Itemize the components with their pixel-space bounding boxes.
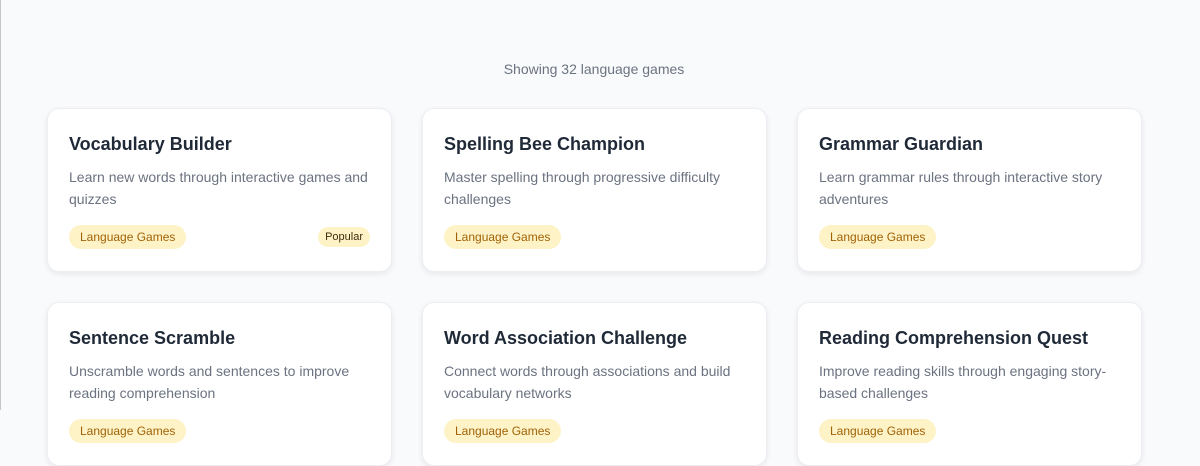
- game-card-footer: Language Games: [819, 419, 1120, 443]
- game-card-reading-comprehension-quest[interactable]: Reading Comprehension Quest Improve read…: [797, 302, 1142, 466]
- game-card-sentence-scramble[interactable]: Sentence Scramble Unscramble words and s…: [47, 302, 392, 466]
- game-title: Grammar Guardian: [819, 134, 984, 154]
- game-title: Sentence Scramble: [69, 328, 236, 348]
- game-description: Unscramble words and sentences to improv…: [69, 363, 350, 401]
- game-title: Reading Comprehension Quest: [819, 328, 1089, 348]
- game-description: Learn new words through interactive game…: [69, 169, 368, 207]
- category-badge: Language Games: [69, 225, 187, 249]
- game-title: Vocabulary Builder: [69, 134, 232, 154]
- results-count: Showing 32 language games: [503, 61, 685, 77]
- game-card-footer: Language Games: [444, 419, 745, 443]
- category-badge: Language Games: [819, 419, 937, 443]
- game-card-vocabulary-builder[interactable]: Vocabulary Builder Learn new words throu…: [47, 108, 392, 272]
- game-card-footer: Language Games: [819, 225, 1120, 249]
- game-grid: Vocabulary Builder Learn new words throu…: [47, 108, 1142, 466]
- game-description: Master spelling through progressive diff…: [444, 169, 720, 207]
- game-card-footer: Language Games Popular: [69, 225, 370, 249]
- game-description: Improve reading skills through engaging …: [819, 363, 1107, 401]
- game-title: Spelling Bee Champion: [444, 134, 646, 154]
- category-badge: Language Games: [444, 419, 562, 443]
- game-card-footer: Language Games: [69, 419, 370, 443]
- game-card-spelling-bee-champion[interactable]: Spelling Bee Champion Master spelling th…: [422, 108, 767, 272]
- game-card-grammar-guardian[interactable]: Grammar Guardian Learn grammar rules thr…: [797, 108, 1142, 272]
- game-card-footer: Language Games: [444, 225, 745, 249]
- category-badge: Language Games: [69, 419, 187, 443]
- game-title: Word Association Challenge: [444, 328, 688, 348]
- game-description: Connect words through associations and b…: [444, 363, 731, 401]
- category-badge: Language Games: [819, 225, 937, 249]
- popular-badge: Popular: [318, 227, 370, 247]
- game-card-word-association-challenge[interactable]: Word Association Challenge Connect words…: [422, 302, 767, 466]
- category-badge: Language Games: [444, 225, 562, 249]
- game-description: Learn grammar rules through interactive …: [819, 169, 1103, 207]
